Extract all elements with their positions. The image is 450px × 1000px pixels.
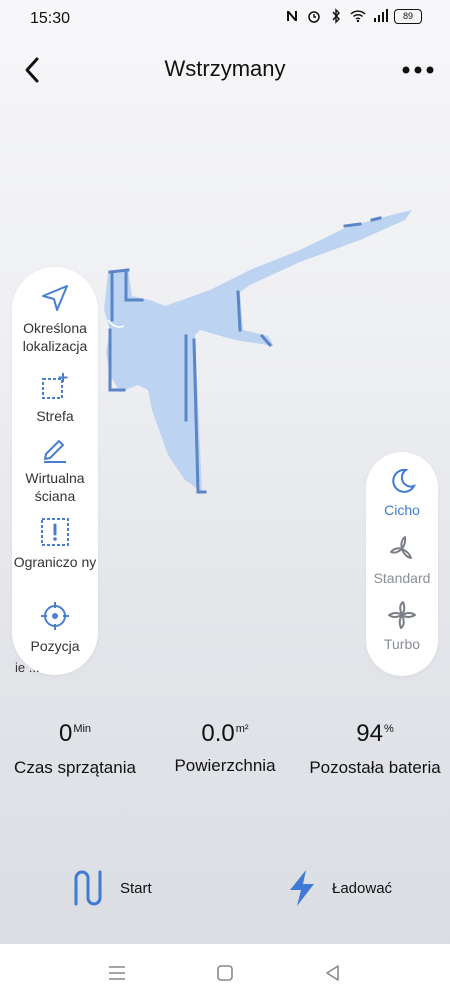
- more-dots-icon: [402, 66, 434, 74]
- charge-button[interactable]: Ładować: [286, 866, 392, 910]
- tool-virtual-wall[interactable]: Wirtualna ściana: [12, 433, 98, 505]
- home-icon[interactable]: [214, 962, 236, 984]
- stat-value: 94%: [356, 720, 394, 747]
- stat-label: Powierzchnia: [174, 756, 276, 775]
- status-bar: 15:30 89: [0, 0, 450, 38]
- tool-specific-location[interactable]: Określona lokalizacja: [12, 283, 98, 355]
- start-button[interactable]: Start: [72, 866, 152, 910]
- nfc-icon: [287, 11, 297, 21]
- start-label: Start: [120, 879, 152, 897]
- signal-icon: [374, 9, 388, 22]
- stat-area: 0.0m² Powierzchnia: [150, 720, 300, 776]
- navigation-arrow-icon: [42, 285, 68, 311]
- fan-icon: [390, 536, 412, 559]
- moon-icon: [392, 468, 417, 493]
- menu-icon[interactable]: [106, 962, 128, 984]
- tool-label: Wirtualna ściana: [25, 470, 85, 504]
- tool-label: Strefa: [36, 408, 74, 424]
- tool-restricted-zone[interactable]: Ograniczo ny: [12, 517, 98, 571]
- zone-add-icon: [42, 373, 68, 399]
- stat-cleaning-time: 0Min Czas sprzątania: [0, 720, 150, 778]
- lightning-icon: [290, 870, 314, 906]
- mode-label: Standard: [373, 570, 431, 586]
- charge-label: Ładować: [332, 879, 393, 897]
- stat-value: 0Min: [58, 720, 92, 747]
- back-nav-icon[interactable]: [322, 962, 344, 984]
- map-area: [104, 210, 412, 492]
- status-icons: 89: [284, 8, 422, 24]
- stat-battery: 94% Pozostała bateria: [300, 720, 450, 778]
- cleaning-stats: 0Min Czas sprzątania 0.0m² Powierzchnia …: [0, 720, 450, 800]
- tool-label: Pozycja: [30, 638, 80, 654]
- stat-label: Pozostała bateria: [309, 758, 441, 777]
- tool-label: Określona lokalizacja: [22, 320, 88, 354]
- battery-icon: 89: [394, 8, 422, 24]
- alarm-icon: [308, 11, 320, 23]
- tool-zone[interactable]: Strefa: [12, 371, 98, 425]
- mode-label: Turbo: [383, 636, 421, 652]
- pen-icon: [44, 440, 66, 463]
- stat-label: Czas sprzątania: [14, 758, 136, 777]
- tool-position[interactable]: Pozycja: [12, 601, 98, 655]
- header: Wstrzymany: [0, 42, 450, 98]
- more-button[interactable]: [400, 56, 436, 84]
- system-nav-bar: [0, 944, 450, 1000]
- restricted-zone-icon: [41, 518, 69, 546]
- start-path-icon: [74, 870, 102, 906]
- wifi-icon: [350, 10, 366, 23]
- bluetooth-icon: [332, 8, 340, 24]
- tool-label: Ograniczo ny: [13, 554, 97, 570]
- turbo-fan-icon: [388, 601, 416, 629]
- mode-quiet[interactable]: Cicho: [366, 466, 438, 518]
- map-tools-panel: Określona lokalizacja Strefa Wirtualna ś…: [12, 267, 98, 675]
- tool-overflow-label: ie ...: [15, 660, 40, 675]
- page-title: Wstrzymany: [164, 56, 286, 81]
- stat-value: 0.0m²: [201, 720, 249, 747]
- suction-mode-panel: Cicho Standard Turbo: [366, 452, 438, 676]
- crosshair-icon: [41, 602, 69, 630]
- mode-turbo[interactable]: Turbo: [366, 600, 438, 652]
- mode-label: Cicho: [384, 502, 420, 518]
- mode-standard[interactable]: Standard: [366, 534, 438, 586]
- status-time: 15:30: [30, 10, 71, 27]
